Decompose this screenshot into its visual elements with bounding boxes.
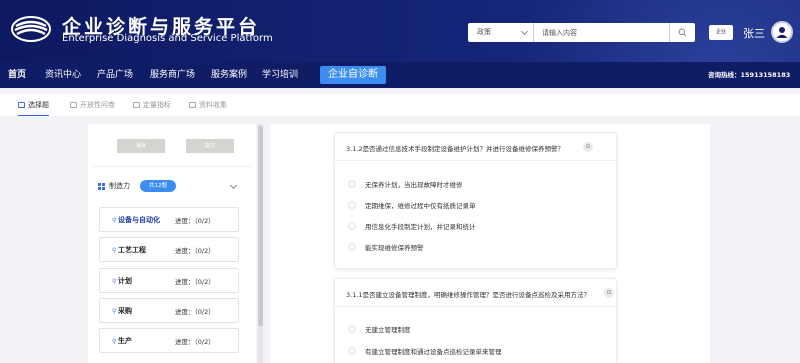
link-icon: ⚲ xyxy=(112,308,117,315)
edit-icon xyxy=(18,102,25,108)
document-icon xyxy=(70,102,77,108)
search-button[interactable] xyxy=(669,23,695,42)
sub-category-name: 设备与自动化 xyxy=(118,216,160,224)
radio-button[interactable] xyxy=(348,347,356,355)
search-input[interactable] xyxy=(536,23,668,42)
hotline: 咨询热线：15913158183 xyxy=(708,71,791,79)
user-avatar-icon xyxy=(776,27,788,38)
question-header: 3.1.1是否建立设备管理制度，明确维修操作管理？是否进行设备点巡检及采用方法？… xyxy=(335,279,616,307)
option-label: 无保养计划，当出现故障时才维修 xyxy=(365,181,463,189)
chart-icon xyxy=(133,102,140,108)
grid-icon xyxy=(98,183,105,190)
nav-products[interactable]: 产品广场 xyxy=(97,62,133,88)
logo-icon xyxy=(11,16,51,42)
tab-label: 选择题 xyxy=(28,101,49,109)
help-icon[interactable]: ⊙ xyxy=(604,288,614,298)
sub-category-item[interactable]: ⚲ 计划 进度：（0/2） xyxy=(99,268,239,293)
sub-category-name: 工艺工程 xyxy=(118,246,146,254)
question-card: 3.1.2是否通过信息技术手段制定设备维护计划？并进行设备维修保养预警？ ⊙ 无… xyxy=(334,132,617,269)
question-header: 3.1.2是否通过信息技术手段制定设备维护计划？并进行设备维修保养预警？ ⊙ xyxy=(335,133,616,161)
option-label: 无建立管理制度 xyxy=(365,326,411,334)
sub-category-item[interactable]: ⚲ 采购 进度：（0/2） xyxy=(99,298,239,323)
scrollbar-thumb[interactable] xyxy=(258,126,263,326)
link-icon: ⚲ xyxy=(112,278,117,285)
nav-providers[interactable]: 服务商广场 xyxy=(150,62,195,88)
progress-text: 进度：（0/2） xyxy=(175,278,215,286)
question-count-badge: 共12题 xyxy=(140,180,176,192)
nav-cases[interactable]: 服务案例 xyxy=(211,62,247,88)
progress-text: 进度：（0/2） xyxy=(175,308,215,316)
question-card: 3.1.1是否建立设备管理制度，明确维修操作管理？是否进行设备点巡检及采用方法？… xyxy=(334,278,617,363)
progress-text: 进度：（0/2） xyxy=(175,247,215,255)
tab-materials[interactable]: 资料收集 xyxy=(189,94,227,116)
sub-category-name: 采购 xyxy=(118,307,132,315)
progress-text: 进度：（0/2） xyxy=(175,338,215,346)
sub-category-item[interactable]: ⚲ 生产 进度：（0/2） xyxy=(99,328,239,353)
link-icon: ⚲ xyxy=(112,217,117,224)
option-label: 有建立管理制度和通过设备点巡检记录单来管理 xyxy=(365,348,502,356)
tab-label: 定量指标 xyxy=(143,101,171,109)
question-title: 3.1.2是否通过信息技术手段制定设备维护计划？并进行设备维修保养预警？ xyxy=(346,145,565,153)
header: 企业诊断与服务平台 Enterprise Diagnosis and Servi… xyxy=(0,0,800,62)
tab-label: 资料收集 xyxy=(199,101,227,109)
tab-open-questionnaire[interactable]: 开放性问卷 xyxy=(70,94,115,116)
category-label[interactable]: 制造力 xyxy=(109,181,130,191)
sub-category-item[interactable]: ⚲ 设备与自动化 进度：（0/2） xyxy=(99,207,239,232)
nav-home[interactable]: 首页 xyxy=(8,62,26,88)
radio-button[interactable] xyxy=(348,243,356,251)
user-name[interactable]: 张三 xyxy=(743,25,765,41)
save-button[interactable]: 保存 xyxy=(117,139,165,153)
nav-self-diagnosis[interactable]: 企业自诊断 xyxy=(320,66,386,84)
main-nav: 首页 资讯中心 产品广场 服务商广场 服务案例 学习培训 企业自诊断 咨询热线：… xyxy=(0,62,800,88)
option-label: 用信息化手段制定计划，并记录和统计 xyxy=(365,223,476,231)
sub-category-name: 生产 xyxy=(118,337,132,345)
corporate-button[interactable]: 企业 xyxy=(709,25,733,40)
option-label: 能实现维修保养预警 xyxy=(365,244,424,252)
divider xyxy=(92,166,252,167)
radio-button[interactable] xyxy=(348,180,356,188)
diagnosis-tabs: 选择题 开放性问卷 定量指标 资料收集 xyxy=(0,94,800,116)
option-label: 定期维保，维修过程中仅有纸质记录单 xyxy=(365,202,476,210)
link-icon: ⚲ xyxy=(112,338,117,345)
search-bar: 政策 xyxy=(468,23,695,42)
progress-text: 进度：（0/2） xyxy=(175,217,215,225)
radio-button[interactable] xyxy=(348,222,356,230)
help-icon[interactable]: ⊙ xyxy=(583,142,593,152)
sub-category-item[interactable]: ⚲ 工艺工程 进度：（0/2） xyxy=(99,237,239,262)
tab-label: 开放性问卷 xyxy=(80,101,115,109)
nav-news[interactable]: 资讯中心 xyxy=(45,62,81,88)
radio-button[interactable] xyxy=(348,325,356,333)
search-category-select[interactable]: 政策 xyxy=(468,23,534,42)
platform-subtitle: Enterprise Diagnosis and Service Platfor… xyxy=(62,33,273,44)
folder-icon xyxy=(189,102,196,108)
tab-quantitative[interactable]: 定量指标 xyxy=(133,94,171,116)
nav-training[interactable]: 学习培训 xyxy=(262,62,298,88)
chevron-down-icon xyxy=(520,27,529,36)
sub-category-name: 计划 xyxy=(118,277,132,285)
avatar[interactable] xyxy=(771,21,793,43)
search-category-value: 政策 xyxy=(477,28,491,36)
radio-button[interactable] xyxy=(348,201,356,209)
link-icon: ⚲ xyxy=(112,247,117,254)
submit-button[interactable]: 提交 xyxy=(186,139,234,153)
question-title: 3.1.1是否建立设备管理制度，明确维修操作管理？是否进行设备点巡检及采用方法？ xyxy=(346,291,591,299)
tab-choice[interactable]: 选择题 xyxy=(18,94,49,116)
search-icon xyxy=(678,28,687,37)
